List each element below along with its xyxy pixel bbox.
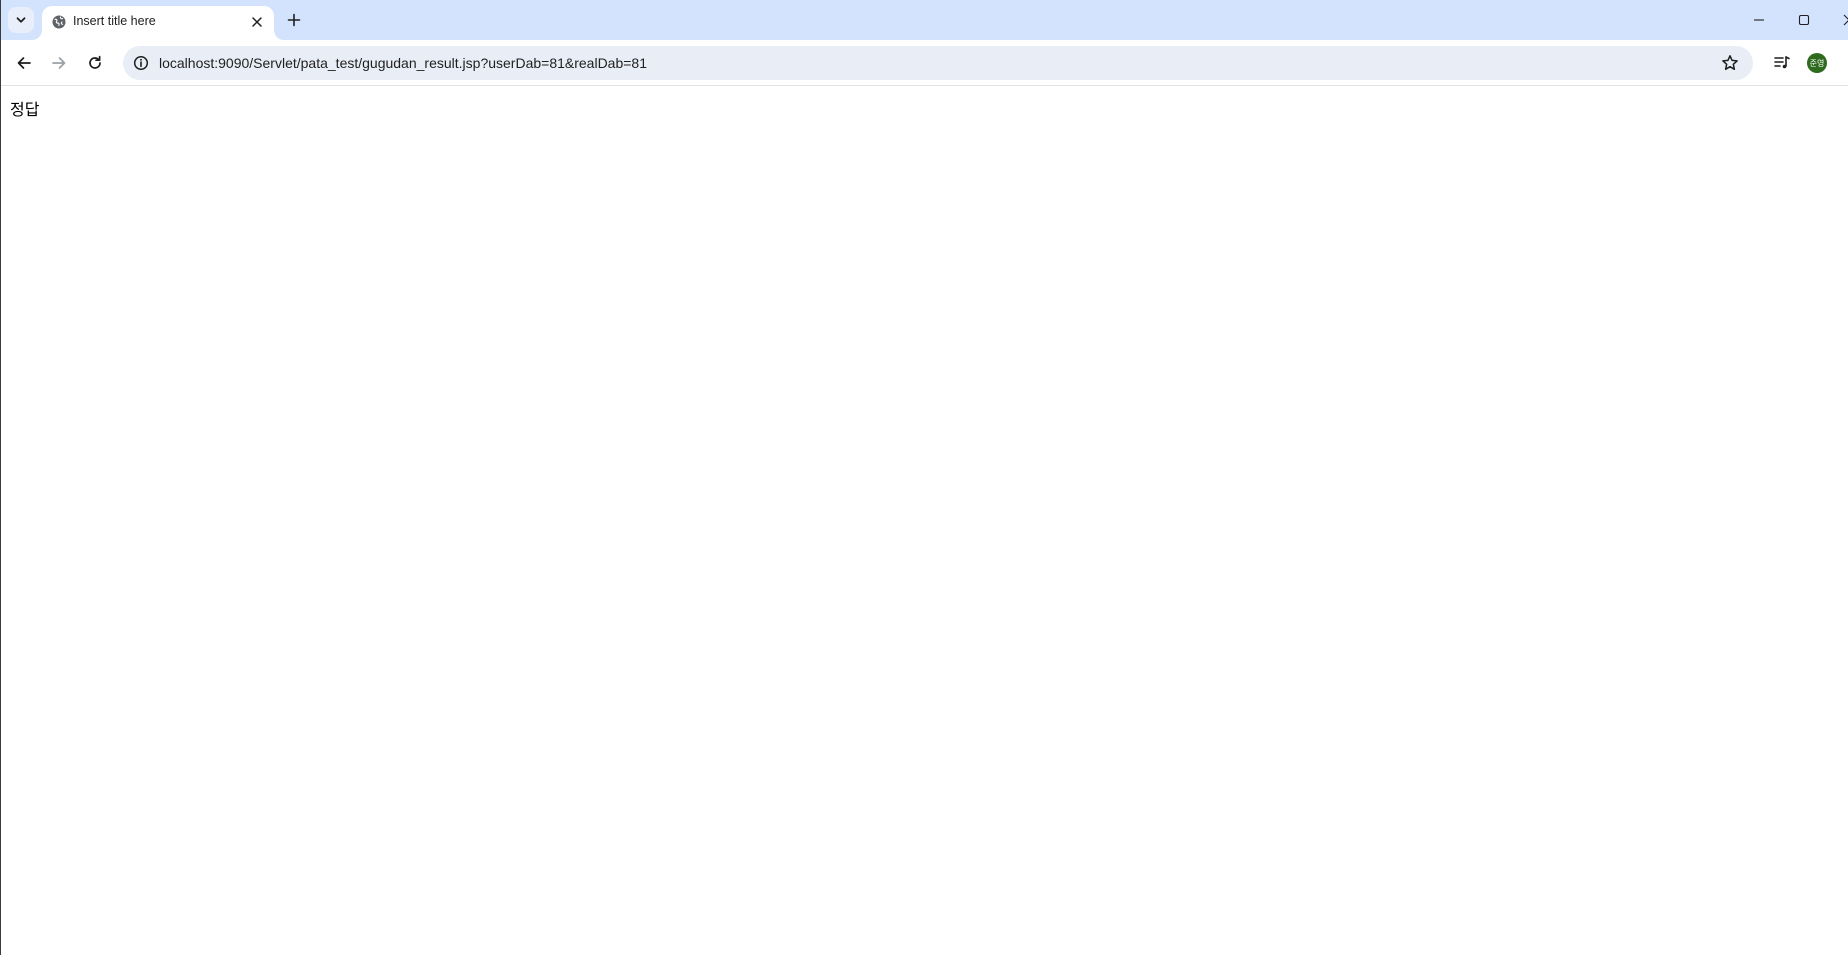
- tab-strip: Insert title here: [1, 0, 1848, 40]
- tab-search-button[interactable]: [8, 7, 34, 33]
- browser-toolbar: localhost:9090/Servlet/pata_test/gugudan…: [1, 40, 1848, 86]
- arrow-right-icon: [52, 57, 66, 69]
- reload-button[interactable]: [82, 50, 108, 76]
- arrow-left-icon: [17, 57, 31, 69]
- forward-button[interactable]: [46, 50, 72, 76]
- maximize-button[interactable]: [1792, 8, 1816, 32]
- address-bar[interactable]: localhost:9090/Servlet/pata_test/gugudan…: [123, 46, 1753, 80]
- browser-window: Insert title here localhost:9090/Servlet…: [0, 0, 1848, 955]
- tab-close-button[interactable]: [247, 12, 267, 32]
- queue-music-icon: [1774, 56, 1790, 69]
- tab-title: Insert title here: [73, 14, 156, 28]
- close-icon: [252, 17, 262, 27]
- info-icon: [133, 55, 149, 71]
- plus-icon: [287, 13, 301, 27]
- new-tab-button[interactable]: [283, 9, 305, 31]
- close-icon: [1843, 14, 1848, 26]
- globe-icon: [52, 15, 66, 29]
- chevron-down-icon: [16, 17, 26, 23]
- back-button[interactable]: [11, 50, 37, 76]
- reload-icon: [89, 55, 101, 69]
- star-icon: [1722, 55, 1738, 71]
- profile-avatar[interactable]: 준영: [1807, 53, 1827, 73]
- media-controls-button[interactable]: [1769, 50, 1795, 76]
- maximize-icon: [1798, 14, 1810, 26]
- close-window-button[interactable]: [1837, 8, 1848, 32]
- result-text: 정답: [10, 100, 40, 119]
- tab-active[interactable]: Insert title here: [42, 6, 274, 40]
- minimize-button[interactable]: [1747, 8, 1771, 32]
- page-content: 정답: [1, 86, 1848, 955]
- url-text[interactable]: localhost:9090/Servlet/pata_test/gugudan…: [159, 55, 647, 71]
- bookmark-button[interactable]: [1719, 52, 1741, 74]
- minimize-icon: [1754, 19, 1764, 21]
- site-info-button[interactable]: [131, 53, 151, 73]
